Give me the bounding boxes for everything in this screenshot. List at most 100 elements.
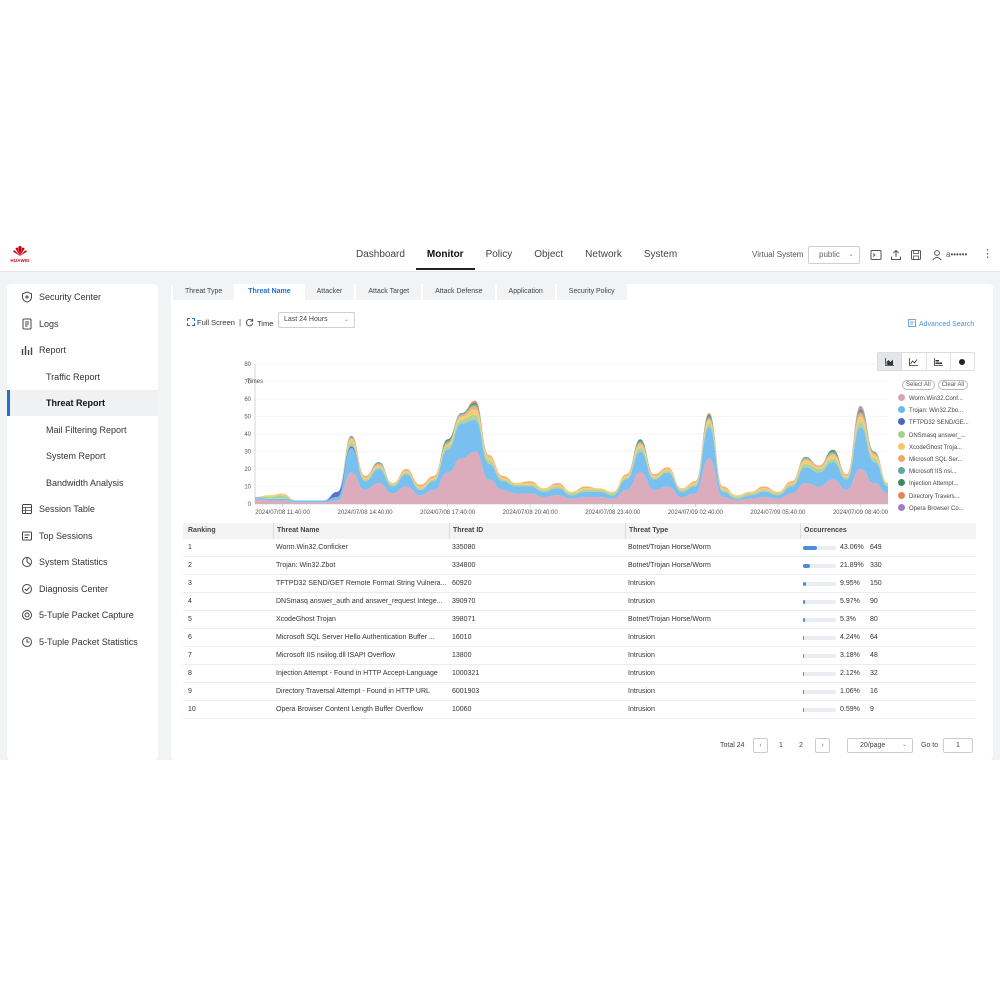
table-row[interactable]: 8 Injection Attempt - Found in HTTP Accep… [183,665,976,683]
bar-chart-button[interactable] [927,353,951,370]
column-header-threat-name[interactable]: Threat Name [273,523,443,539]
line-chart-button[interactable] [902,353,927,370]
sidebar-item-top-sessions[interactable]: Top Sessions [7,523,158,549]
table-row[interactable]: 6 Microsoft SQL Server Hello Authenticati… [183,629,976,647]
nav-policy[interactable]: Policy [475,240,524,270]
sidebar-item-report[interactable]: Report [7,337,158,363]
table-row[interactable]: 4 DNSmasq answer_auth and answer_request … [183,593,976,611]
pie-chart-button[interactable] [951,353,974,370]
goto-page-input[interactable]: 1 [943,738,973,753]
time-range-select[interactable]: Last 24 Hours ⌄ [278,312,355,328]
select-all-button[interactable]: Select All [902,380,935,390]
sidebar-item-mail-filtering-report[interactable]: Mail Filtering Report [7,417,158,443]
table-row[interactable]: 5 XcodeGhost Trojan 398071 Botnet/Trojan Ho… [183,611,976,629]
nav-monitor[interactable]: Monitor [415,240,475,270]
threat-id-cell: 6001903 [452,688,480,695]
threat-name-cell: Injection Attempt - Found in HTTP Accept… [276,670,438,677]
sidebar-item-label: Bandwidth Analysis [46,477,124,488]
sidebar-item-diagnosis-center[interactable]: Diagnosis Center [7,576,158,602]
clear-all-button[interactable]: Clear All [937,380,969,390]
table-row[interactable]: 1 Worm.Win32.Conficker 335080 Botnet/Trojan… [183,539,976,557]
occurrence-bar-fill [803,690,804,694]
column-header-threat-type[interactable]: Threat Type [625,523,785,539]
table-row[interactable]: 7 Microsoft IIS nsiilog.dll ISAPI Overflo… [183,647,976,665]
table-row[interactable]: 10 Opera Browser Content Length Buffer Ov… [183,701,976,719]
sidebar-item-threat-report[interactable]: Threat Report [7,390,158,416]
legend-item[interactable]: Trojan: Win32.Zbo... [898,406,978,418]
legend-item[interactable]: TFTPD32 SEND/GE... [898,418,978,430]
sidebar-item-bandwidth-analysis[interactable]: Bandwidth Analysis [7,470,158,496]
full-screen-label: Full Screen [197,318,235,327]
sidebar-item-system-statistics[interactable]: System Statistics [7,549,158,575]
legend-item[interactable]: Microsoft IIS nsi... [898,467,978,479]
virtual-system-select[interactable]: public ⌄ [808,246,860,264]
sidebar-item-security-center[interactable]: Security Center [7,284,158,310]
legend-item[interactable]: Opera Browser Co... [898,503,978,516]
nav-system[interactable]: System [633,240,688,270]
huawei-logo[interactable]: HUAWEI [8,245,32,267]
tab-threat-name[interactable]: Threat Name [236,284,303,300]
sidebar-item-logs[interactable]: Logs [7,311,158,337]
page-1[interactable]: 1 [779,742,783,749]
save-icon[interactable] [910,249,922,261]
y-tick-label: 40 [244,432,251,438]
tab-attack-target[interactable]: Attack Target [356,284,422,300]
refresh-icon [245,318,254,327]
tab-application[interactable]: Application [496,284,555,300]
user-name[interactable]: a•••••• [946,250,967,259]
sidebar-item-label: Diagnosis Center [39,583,109,594]
nav-network[interactable]: Network [574,240,633,270]
legend-item[interactable]: XcodeGhost Troja... [898,442,978,455]
statistics-icon [22,557,32,567]
tab-security-policy[interactable]: Security Policy [556,284,627,300]
terminal-icon[interactable] [870,249,882,261]
advanced-search-icon [908,319,916,327]
occurrence-bar [803,636,836,640]
occurrence-percent: 4.24% [840,634,860,641]
threat-table: Ranking Threat Name Threat ID Threat Type Oc… [183,523,976,719]
prev-page-button[interactable]: ‹ [753,738,768,753]
column-header-occurrences[interactable]: Occurrences [800,523,970,539]
sidebar-item-label: Session Table [39,504,95,514]
table-row[interactable]: 2 Trojan: Win32.Zbot 334800 Botnet/Trojan H… [183,557,976,575]
legend-item[interactable]: Injection Attempt... [898,479,978,491]
advanced-search-link[interactable]: Advanced Search [908,319,974,328]
table-row[interactable]: 3 TFTPD32 SEND/GET Remote Format String V… [183,575,976,593]
sidebar-item-session-table[interactable]: Session Table [7,496,158,522]
y-tick-label: 10 [244,485,251,491]
column-header-ranking[interactable]: Ranking [188,523,268,539]
legend-item[interactable]: DNSmasq answer_... [898,430,978,443]
table-row[interactable]: 9 Directory Traversal Attempt - Found in … [183,683,976,701]
tab-attacker[interactable]: Attacker [304,284,355,300]
time-filter-label[interactable]: Time [245,318,273,328]
column-header-threat-id[interactable]: Threat ID [449,523,569,539]
sidebar-item-system-report[interactable]: System Report [7,443,158,469]
full-screen-button[interactable]: Full Screen [187,318,235,327]
sidebar-item-label: Mail Filtering Report [46,424,127,435]
occurrence-bar-fill [803,582,807,586]
diagnosis-icon [22,583,32,594]
occurrence-bar [803,600,836,604]
threat-type-cell: Intrusion [628,634,655,641]
upload-icon[interactable] [890,249,902,261]
occurrence-percent: 5.3% [840,616,856,623]
legend-item[interactable]: Directory Travers... [898,491,978,504]
tab-threat-type[interactable]: Threat Type [173,284,235,300]
more-icon[interactable]: ⋮ [982,247,993,260]
tab-attack-defense[interactable]: Attack Defense [423,284,495,300]
legend-dot [898,503,905,511]
nav-object[interactable]: Object [523,240,574,270]
sidebar-item-traffic-report[interactable]: Traffic Report [7,364,158,390]
sidebar-item-5-tuple-packet-capture[interactable]: 5-Tuple Packet Capture [7,602,158,628]
occurrence-count: 649 [870,544,882,551]
legend-item[interactable]: Worm.Win32.Conf... [898,394,978,406]
nav-dashboard[interactable]: Dashboard [345,240,416,270]
legend-item[interactable]: Microsoft SQL Ser... [898,454,978,467]
legend-label: DNSmasq answer_... [909,432,966,439]
occurrence-count: 330 [870,562,882,569]
sidebar-item-5-tuple-packet-statistics[interactable]: 5-Tuple Packet Statistics [7,629,158,655]
page-2[interactable]: 2 [799,742,803,749]
page-size-select[interactable]: 20/page ⌄ [847,738,913,753]
next-page-button[interactable]: › [815,738,830,753]
user-icon[interactable] [931,249,943,261]
